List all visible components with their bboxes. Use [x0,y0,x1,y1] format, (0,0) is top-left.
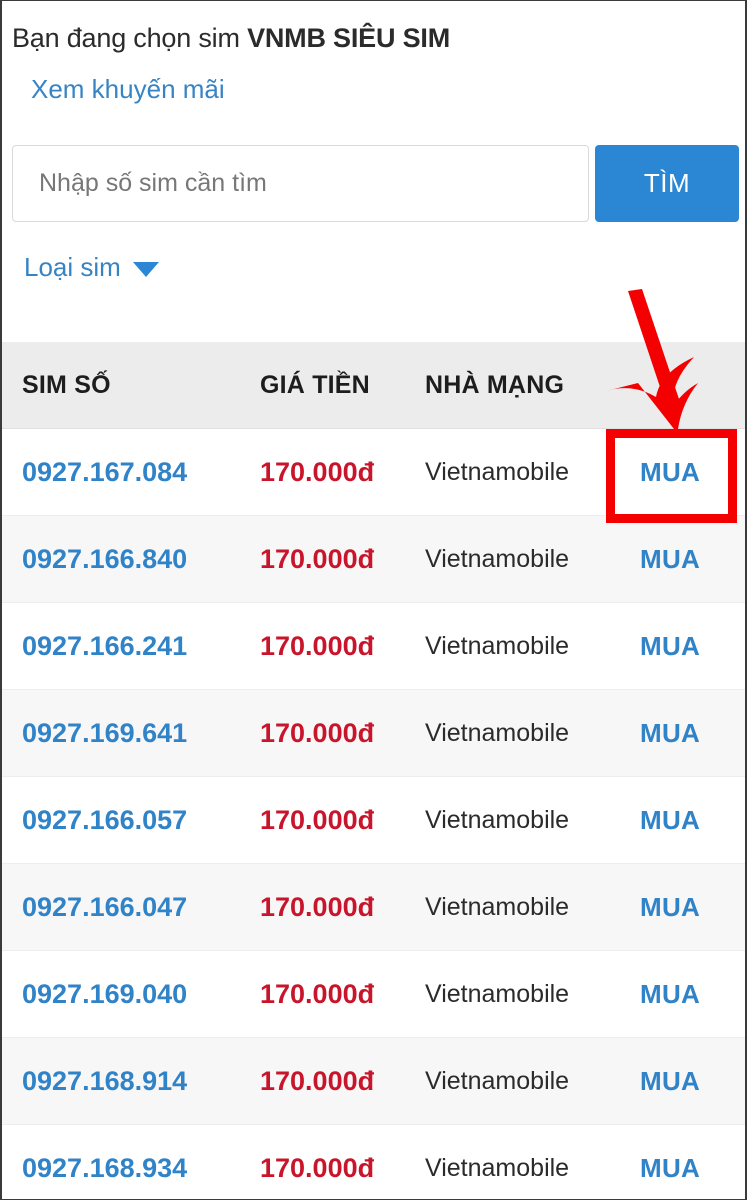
carrier-cell: Vietnamobile [425,545,640,574]
buy-button[interactable]: MUA [640,1066,700,1096]
price-value: 170.000đ [260,456,375,487]
search-button[interactable]: TÌM [595,145,739,222]
price-value: 170.000đ [260,978,375,1009]
carrier-name: Vietnamobile [425,544,570,573]
table-row: 0927.166.047 170.000đ Vietnamobile MUA [2,864,745,951]
table-row: 0927.166.241 170.000đ Vietnamobile MUA [2,603,745,690]
buy-button[interactable]: MUA [640,805,700,835]
sim-number-link[interactable]: 0927.169.040 [22,979,187,1009]
price-cell: 170.000đ [260,979,425,1010]
table-row: 0927.169.641 170.000đ Vietnamobile MUA [2,690,745,777]
carrier-cell: Vietnamobile [425,458,640,487]
sim-number-link[interactable]: 0927.166.241 [22,631,187,661]
price-value: 170.000đ [260,630,375,661]
sim-number-cell: 0927.169.641 [2,718,260,749]
table-row: 0927.167.084 170.000đ Vietnamobile MUA [2,429,745,516]
sim-number-link[interactable]: 0927.167.084 [22,457,187,487]
sim-number-cell: 0927.168.914 [2,1066,260,1097]
sim-number-link[interactable]: 0927.169.641 [22,718,187,748]
carrier-name: Vietnamobile [425,805,570,834]
buy-button[interactable]: MUA [640,1153,700,1183]
page-title-highlight: VNMB SIÊU SIM [247,23,450,53]
sim-number-cell: 0927.169.040 [2,979,260,1010]
price-cell: 170.000đ [260,892,425,923]
page-title-prefix: Bạn đang chọn sim [12,23,248,53]
price-cell: 170.000đ [260,1153,425,1184]
carrier-cell: Vietnamobile [425,632,640,661]
price-cell: 170.000đ [260,1066,425,1097]
table-row: 0927.166.840 170.000đ Vietnamobile MUA [2,516,745,603]
chevron-down-icon [132,262,159,277]
carrier-name: Vietnamobile [425,631,570,660]
price-cell: 170.000đ [260,457,425,488]
carrier-name: Vietnamobile [425,1066,570,1095]
buy-button[interactable]: MUA [640,979,700,1009]
column-header-carrier: NHÀ MẠNG [425,370,565,399]
sim-number-cell: 0927.167.084 [2,457,260,488]
buy-cell: MUA [640,718,745,749]
buy-button[interactable]: MUA [640,892,700,922]
carrier-name: Vietnamobile [425,1153,570,1182]
price-cell: 170.000đ [260,544,425,575]
carrier-name: Vietnamobile [425,718,570,747]
sim-number-link[interactable]: 0927.166.057 [22,805,187,835]
price-value: 170.000đ [260,543,375,574]
buy-button[interactable]: MUA [640,631,700,661]
sim-number-link[interactable]: 0927.166.047 [22,892,187,922]
table-row: 0927.168.914 170.000đ Vietnamobile MUA [2,1038,745,1125]
price-value: 170.000đ [260,804,375,835]
buy-button[interactable]: MUA [640,718,700,748]
sim-number-link[interactable]: 0927.168.934 [22,1153,187,1183]
carrier-cell: Vietnamobile [425,980,640,1009]
sim-number-cell: 0927.168.934 [2,1153,260,1184]
sim-number-link[interactable]: 0927.166.840 [22,544,187,574]
buy-cell: MUA [640,1066,745,1097]
carrier-cell: Vietnamobile [425,806,640,835]
buy-cell: MUA [640,544,745,575]
sim-number-cell: 0927.166.241 [2,631,260,662]
price-cell: 170.000đ [260,805,425,836]
column-header-price: GIÁ TIỀN [260,370,370,399]
sim-number-cell: 0927.166.047 [2,892,260,923]
sim-listing-page: Bạn đang chọn sim VNMB SIÊU SIM Xem khuy… [0,0,747,1200]
table-header-row: SIM SỐ GIÁ TIỀN NHÀ MẠNG [2,342,745,429]
sim-number-cell: 0927.166.840 [2,544,260,575]
carrier-name: Vietnamobile [425,979,570,1008]
carrier-cell: Vietnamobile [425,1067,640,1096]
buy-cell: MUA [640,892,745,923]
carrier-cell: Vietnamobile [425,893,640,922]
buy-cell: MUA [640,457,745,488]
table-row: 0927.168.934 170.000đ Vietnamobile MUA [2,1125,745,1199]
buy-cell: MUA [640,631,745,662]
sim-number-link[interactable]: 0927.168.914 [22,1066,187,1096]
carrier-cell: Vietnamobile [425,719,640,748]
sim-table: SIM SỐ GIÁ TIỀN NHÀ MẠNG 0927.167.084 170… [2,342,745,1199]
price-cell: 170.000đ [260,631,425,662]
table-body: 0927.167.084 170.000đ Vietnamobile MUA 0927.… [2,429,745,1199]
carrier-cell: Vietnamobile [425,1154,640,1183]
buy-cell: MUA [640,1153,745,1184]
sim-number-cell: 0927.166.057 [2,805,260,836]
search-input[interactable] [12,145,589,222]
carrier-name: Vietnamobile [425,457,570,486]
price-value: 170.000đ [260,1152,375,1183]
buy-cell: MUA [640,979,745,1010]
buy-button[interactable]: MUA [640,544,700,574]
table-row: 0927.166.057 170.000đ Vietnamobile MUA [2,777,745,864]
price-value: 170.000đ [260,1065,375,1096]
sim-type-filter-label: Loại sim [24,252,121,282]
table-row: 0927.169.040 170.000đ Vietnamobile MUA [2,951,745,1038]
buy-cell: MUA [640,805,745,836]
page-title: Bạn đang chọn sim VNMB SIÊU SIM [12,23,450,54]
price-value: 170.000đ [260,717,375,748]
price-value: 170.000đ [260,891,375,922]
column-header-sim: SIM SỐ [22,370,111,399]
carrier-name: Vietnamobile [425,892,570,921]
buy-button[interactable]: MUA [640,457,700,487]
price-cell: 170.000đ [260,718,425,749]
sim-type-filter[interactable]: Loại sim [24,252,159,283]
promo-link[interactable]: Xem khuyến mãi [31,74,225,105]
